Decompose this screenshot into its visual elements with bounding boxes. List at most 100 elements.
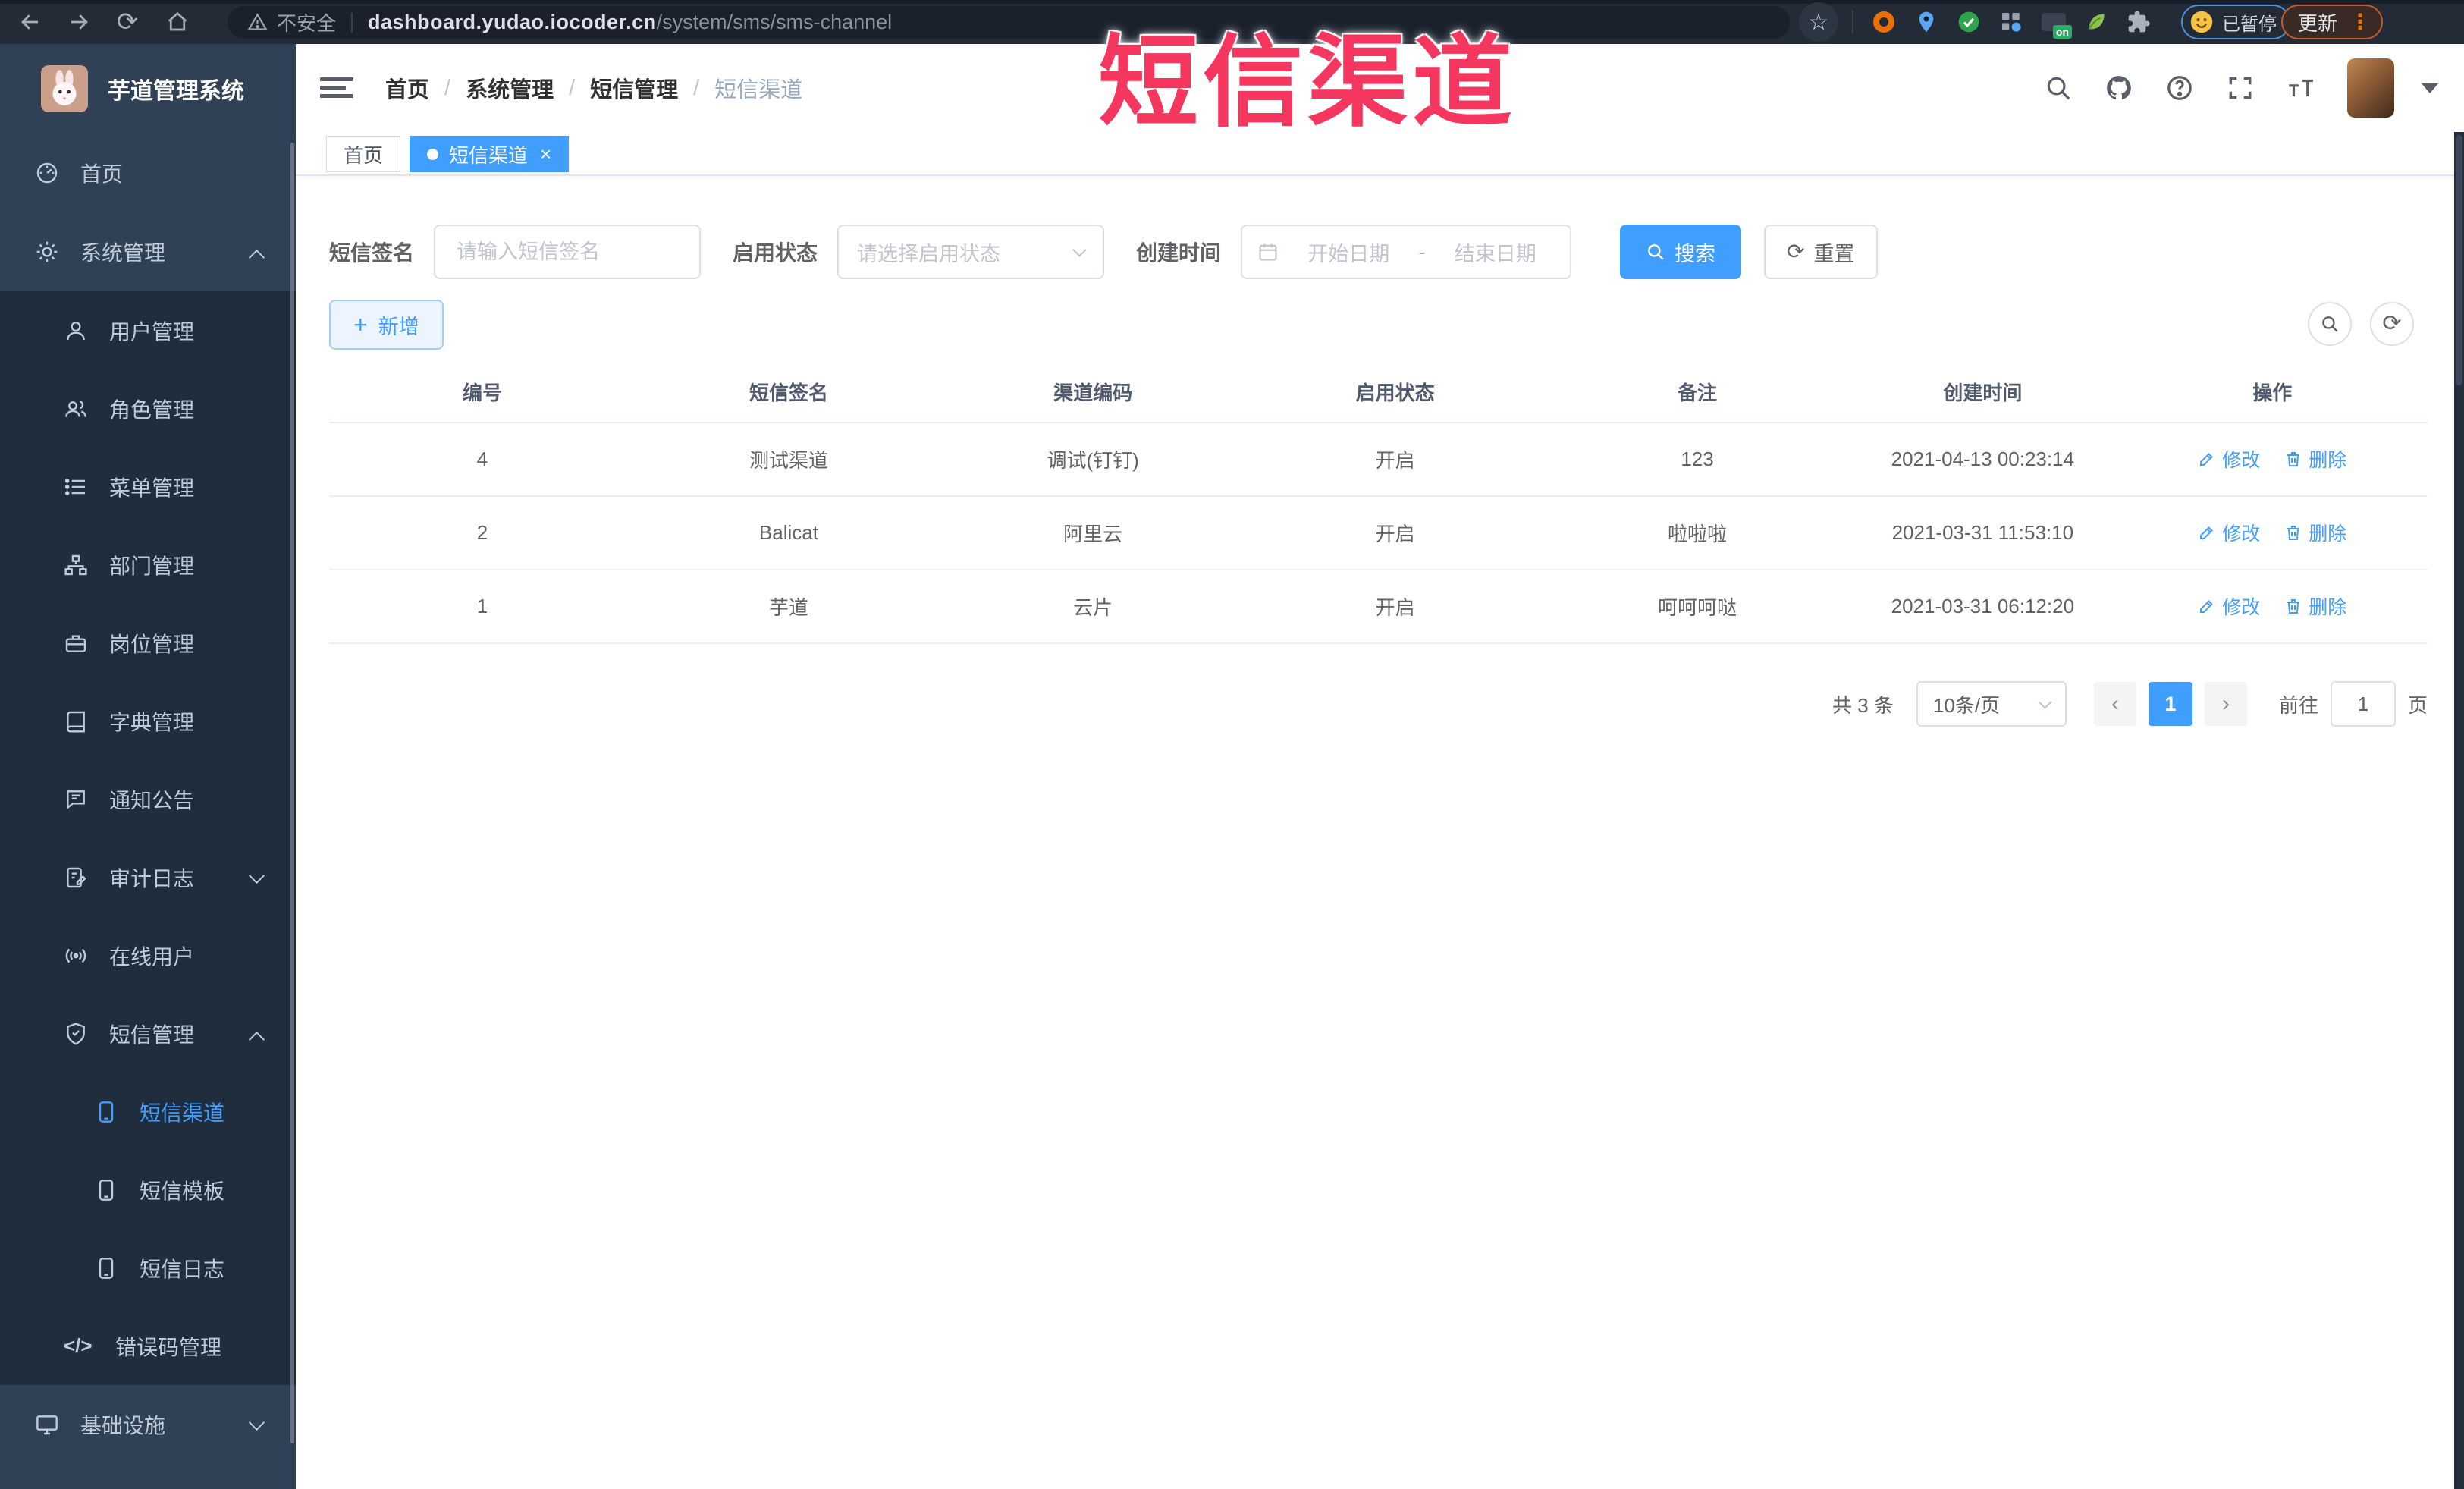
sidebar-item-error-code[interactable]: </> 错误码管理: [0, 1307, 296, 1385]
cell-id: 2: [329, 496, 636, 570]
cell-code: 阿里云: [941, 496, 1245, 570]
breadcrumb-item[interactable]: 短信管理: [590, 72, 678, 104]
caret-down-icon[interactable]: [2422, 83, 2438, 93]
delete-link[interactable]: 删除: [2284, 445, 2346, 473]
font-size-icon[interactable]: [2287, 74, 2315, 102]
logo-rabbit-image: [41, 65, 88, 112]
add-button[interactable]: + 新增: [329, 300, 444, 350]
chevron-up-icon: [248, 1031, 265, 1048]
chevron-down-icon: [1072, 242, 1087, 257]
page-size-select[interactable]: 10条/页: [1916, 681, 2067, 727]
extensions-puzzle-icon[interactable]: [2123, 7, 2154, 37]
goto-page-input[interactable]: [2330, 681, 2396, 727]
ext-location-pin-icon[interactable]: [1911, 7, 1941, 37]
sidebar-item-home[interactable]: 首页: [0, 134, 296, 212]
sidebar-item-roles[interactable]: 角色管理: [0, 369, 296, 448]
briefcase-icon: [65, 634, 86, 652]
sidebar-item-label: 首页: [80, 162, 124, 186]
sidebar-item-posts[interactable]: 岗位管理: [0, 604, 296, 682]
browser-extensions-area: on: [1852, 0, 2154, 44]
sidebar-item-sms[interactable]: 短信管理: [0, 994, 296, 1073]
delete-link[interactable]: 删除: [2284, 519, 2346, 546]
plus-icon: +: [353, 311, 368, 338]
sidebar-item-sms-template[interactable]: 短信模板: [0, 1151, 296, 1229]
sidebar-item-sms-channel[interactable]: 短信渠道: [0, 1073, 296, 1151]
cell-code: 云片: [941, 570, 1245, 644]
github-icon[interactable]: [2105, 74, 2133, 102]
cell-status: 开启: [1244, 423, 1546, 497]
sidebar-scrollbar[interactable]: [290, 143, 294, 1443]
table-toolbar: ⟳: [2308, 302, 2414, 346]
sidebar-item-audit-log[interactable]: 审计日志: [0, 838, 296, 916]
sidebar-item-dict[interactable]: 字典管理: [0, 682, 296, 760]
ext-green-check-icon[interactable]: [1954, 7, 1984, 37]
fullscreen-icon[interactable]: [2226, 74, 2255, 102]
refresh-icon: ⟳: [2382, 311, 2402, 336]
edit-link[interactable]: 修改: [2198, 519, 2260, 546]
browser-back-icon[interactable]: [9, 0, 52, 44]
close-icon[interactable]: ×: [540, 143, 551, 166]
sidebar-item-users[interactable]: 用户管理: [0, 291, 296, 369]
sidebar-item-system[interactable]: 系统管理: [0, 212, 296, 291]
scrollbar-thumb[interactable]: [2456, 135, 2462, 385]
ext-orange-ring-icon[interactable]: [1869, 7, 1899, 37]
tab-home[interactable]: 首页: [326, 136, 401, 172]
toolbar-divider: [1852, 11, 1853, 33]
breadcrumb-item[interactable]: 系统管理: [466, 72, 554, 104]
sidebar-item-online-users[interactable]: 在线用户: [0, 916, 296, 994]
browser-profile-button[interactable]: 已暂停: [2181, 5, 2290, 39]
sidebar-collapse-icon[interactable]: [320, 73, 353, 103]
sidebar-item-sms-log[interactable]: 短信日志: [0, 1229, 296, 1307]
address-bar[interactable]: 不安全 dashboard.yudao.iocoder.cn/system/sm…: [228, 6, 1790, 39]
search-icon[interactable]: [2044, 74, 2073, 102]
main-content: 短信签名 启用状态 请选择启用状态 创建时间 开始日期 - 结束日期 搜索 ⟳ …: [296, 176, 2464, 1489]
bookmark-star-icon[interactable]: ☆: [1799, 2, 1838, 42]
toggle-search-button[interactable]: [2308, 302, 2352, 346]
status-label: 启用状态: [733, 241, 818, 265]
signature-input[interactable]: [435, 226, 700, 278]
page-scrollbar[interactable]: [2454, 132, 2464, 1489]
edit-pencil-icon: [2200, 600, 2214, 613]
sidebar-logo-row[interactable]: 芋道管理系统: [0, 44, 296, 134]
sidebar-item-label: 短信管理: [109, 1023, 195, 1047]
help-icon[interactable]: [2165, 74, 2194, 102]
breadcrumb-separator: /: [569, 75, 576, 100]
browser-menu-icon[interactable]: ⋮: [2349, 11, 2371, 32]
edit-link[interactable]: 修改: [2198, 445, 2260, 473]
col-actions: 操作: [2117, 362, 2428, 423]
cell-code: 调试(钉钉): [941, 423, 1245, 497]
date-range-picker[interactable]: 开始日期 - 结束日期: [1241, 225, 1572, 279]
ext-leaf-icon[interactable]: [2081, 7, 2111, 37]
gear-icon: [36, 241, 58, 262]
sms-channel-table: 编号 短信签名 渠道编码 启用状态 备注 创建时间 操作 4 测试渠道 调试(钉…: [329, 362, 2428, 644]
tab-sms-channel[interactable]: 短信渠道 ×: [410, 136, 570, 172]
sidebar-item-menus[interactable]: 菜单管理: [0, 448, 296, 526]
browser-home-icon[interactable]: [156, 0, 199, 44]
page-1-button[interactable]: 1: [2148, 682, 2192, 726]
sidebar-item-infrastructure[interactable]: 基础设施: [0, 1385, 296, 1464]
browser-reload-icon[interactable]: ⟳: [106, 0, 149, 44]
browser-forward-icon[interactable]: [58, 0, 100, 44]
trash-icon: [2287, 452, 2300, 466]
book-icon: [67, 711, 85, 733]
sidebar-item-label: 岗位管理: [109, 632, 195, 656]
refresh-table-button[interactable]: ⟳: [2370, 302, 2414, 346]
ext-on-badge: on: [2052, 25, 2072, 39]
breadcrumb-item[interactable]: 首页: [385, 72, 429, 104]
ext-grid-icon[interactable]: [1996, 7, 2026, 37]
browser-update-button[interactable]: 更新 ⋮: [2281, 5, 2384, 39]
prev-page-button[interactable]: ‹: [2093, 682, 2136, 726]
message-icon: [67, 790, 85, 809]
user-avatar[interactable]: [2347, 58, 2394, 118]
edit-link[interactable]: 修改: [2198, 592, 2260, 620]
code-icon: </>: [64, 1334, 93, 1357]
next-page-button[interactable]: ›: [2204, 682, 2247, 726]
status-select[interactable]: 请选择启用状态: [837, 225, 1105, 279]
sidebar-item-notice[interactable]: 通知公告: [0, 760, 296, 838]
table-header-row: 编号 短信签名 渠道编码 启用状态 备注 创建时间 操作: [329, 362, 2428, 423]
ext-screenshot-icon[interactable]: on: [2039, 7, 2072, 39]
delete-link[interactable]: 删除: [2284, 592, 2346, 620]
sidebar-item-depts[interactable]: 部门管理: [0, 526, 296, 604]
search-button[interactable]: 搜索: [1620, 225, 1742, 279]
reset-button[interactable]: ⟳ 重置: [1764, 225, 1878, 279]
